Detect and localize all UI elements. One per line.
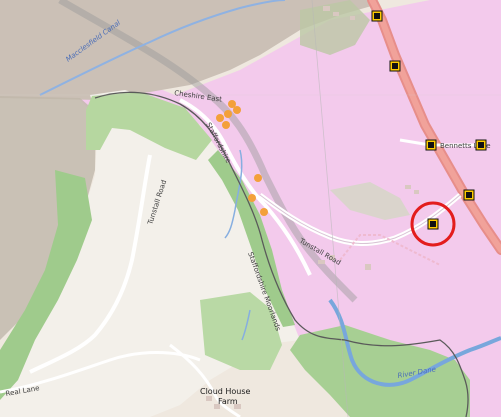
- orange-poi-dot[interactable]: [260, 208, 268, 216]
- orange-poi-dot[interactable]: [224, 110, 232, 118]
- orange-poi-dot[interactable]: [216, 114, 224, 122]
- speed-camera-icon[interactable]: [425, 139, 437, 151]
- speed-camera-icon[interactable]: [371, 10, 383, 22]
- orange-poi-dot[interactable]: [233, 106, 241, 114]
- map-viewport[interactable]: Tunstall Road Tunstall Road Bennetts Lan…: [0, 0, 501, 417]
- speed-camera-icon[interactable]: [475, 139, 487, 151]
- orange-poi-dot[interactable]: [254, 174, 262, 182]
- orange-poi-dot[interactable]: [248, 194, 256, 202]
- place-label-cloud-house-line1: Cloud House: [200, 387, 251, 396]
- place-label-cloud-house-line2: Farm: [218, 397, 238, 406]
- speed-camera-icon[interactable]: [463, 189, 475, 201]
- speed-camera-icon[interactable]: [427, 218, 439, 230]
- orange-poi-dot[interactable]: [222, 121, 230, 129]
- speed-camera-icon[interactable]: [389, 60, 401, 72]
- map-canvas[interactable]: Tunstall Road Tunstall Road Bennetts Lan…: [0, 0, 501, 417]
